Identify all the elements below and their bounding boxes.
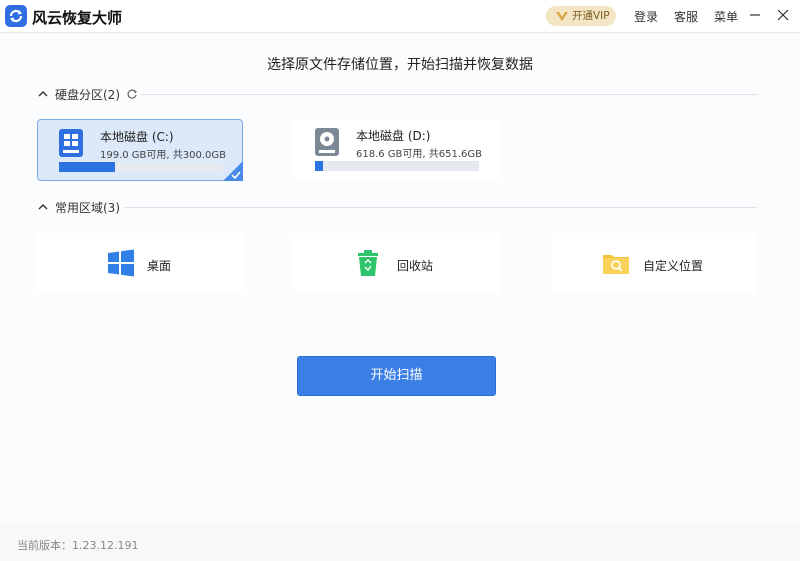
recycle-bin-icon: [358, 250, 378, 276]
disks-section-label: 硬盘分区(2): [55, 87, 120, 102]
section-divider: [125, 207, 757, 208]
minimize-icon[interactable]: [746, 6, 764, 24]
disk-c-name: 本地磁盘 (C:): [100, 130, 174, 144]
vip-label: 开通VIP: [572, 10, 610, 22]
disk-c-usage-bar: [59, 162, 223, 172]
disk-c-size: 199.0 GB可用, 共300.0GB: [100, 150, 227, 161]
area-custom-location-card[interactable]: 自定义位置: [551, 233, 757, 294]
disk-c-usage-fill: [59, 162, 115, 172]
areas-section-label: 常用区域(3): [55, 200, 120, 215]
area-desktop-label: 桌面: [147, 259, 172, 273]
chevron-up-icon[interactable]: [37, 88, 49, 100]
login-link[interactable]: 登录: [634, 8, 658, 25]
area-custom-location-label: 自定义位置: [643, 259, 704, 273]
hard-drive-d-icon: [315, 128, 339, 156]
hard-drive-c-icon: [59, 129, 83, 157]
areas-section-header: 常用区域(3): [37, 198, 120, 216]
disk-d-card[interactable]: 本地磁盘 (D:) 618.6 GB可用, 共651.6GB: [294, 119, 500, 181]
start-scan-button[interactable]: 开始扫描: [297, 356, 496, 396]
disk-d-name: 本地磁盘 (D:): [356, 129, 431, 143]
area-recycle-bin-label: 回收站: [397, 259, 434, 273]
selected-check-icon: [223, 161, 243, 181]
main-panel: 选择原文件存储位置，开始扫描并恢复数据 硬盘分区(2) 本地磁盘 (C:) 19…: [0, 34, 800, 523]
section-divider: [141, 94, 757, 95]
menu-link[interactable]: 菜单: [714, 8, 738, 25]
version-label: 当前版本：1.23.12.191: [17, 539, 139, 552]
folder-search-icon: [603, 255, 629, 274]
vip-crown-icon: [556, 12, 568, 21]
area-recycle-bin-card[interactable]: 回收站: [294, 233, 500, 294]
disk-d-usage-bar: [315, 161, 479, 171]
chevron-up-icon[interactable]: [37, 201, 49, 213]
app-title: 风云恢复大师: [32, 9, 123, 27]
title-bar: 风云恢复大师 开通VIP 登录 客服 菜单: [0, 0, 800, 33]
area-desktop-card[interactable]: 桌面: [37, 233, 243, 294]
app-logo-icon: [5, 5, 27, 27]
vip-button[interactable]: 开通VIP: [546, 6, 616, 26]
disk-d-usage-fill: [315, 161, 324, 171]
customer-service-link[interactable]: 客服: [674, 8, 698, 25]
disks-section-header: 硬盘分区(2): [37, 85, 138, 103]
disk-d-size: 618.6 GB可用, 共651.6GB: [356, 149, 483, 160]
windows-icon: [108, 249, 134, 277]
page-heading: 选择原文件存储位置，开始扫描并恢复数据: [267, 57, 533, 73]
close-icon[interactable]: [774, 6, 792, 24]
refresh-icon[interactable]: [126, 88, 138, 100]
disk-c-card[interactable]: 本地磁盘 (C:) 199.0 GB可用, 共300.0GB: [37, 119, 243, 181]
